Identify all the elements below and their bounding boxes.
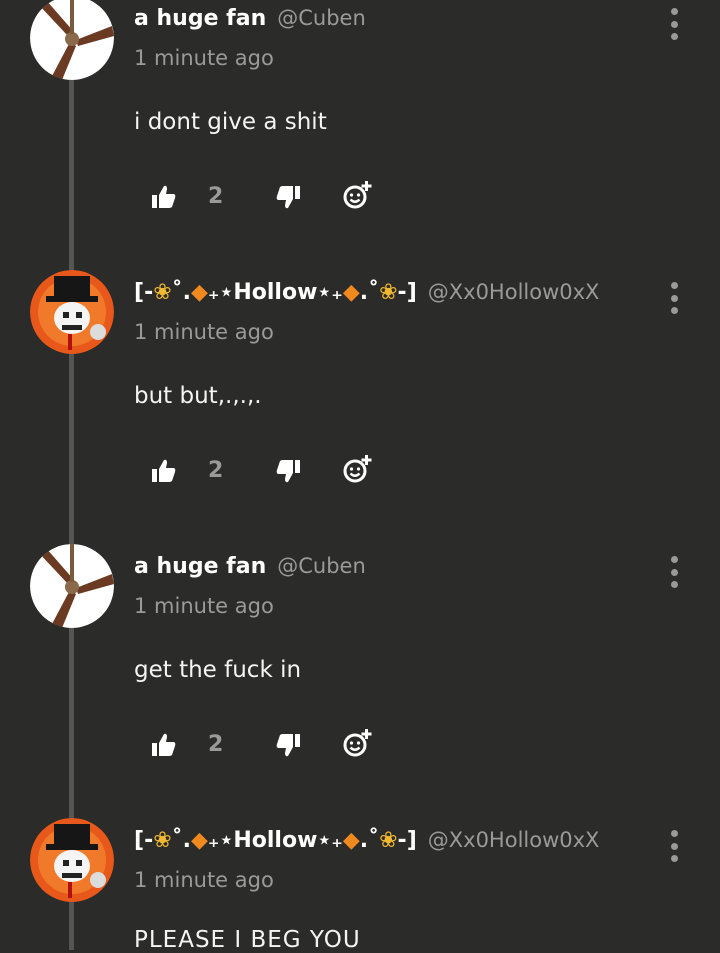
comment-text: PLEASE I BEG YOU [134, 927, 361, 953]
like-count: 2 [208, 184, 224, 209]
more-options-icon[interactable] [663, 8, 685, 40]
ceiling-fan-avatar[interactable] [30, 0, 114, 80]
thumbs-down-icon[interactable] [276, 732, 300, 762]
add-reaction-icon[interactable] [342, 728, 372, 762]
add-reaction-icon[interactable] [342, 180, 372, 214]
like-count: 2 [208, 732, 224, 757]
author-handle[interactable]: @Xx0Hollow0xX [428, 828, 600, 852]
author-handle[interactable]: @Xx0Hollow0xX [428, 280, 600, 304]
ceiling-fan-avatar[interactable] [30, 544, 114, 628]
add-reaction-icon[interactable] [342, 454, 372, 488]
author-name[interactable]: [-❀˚.◆₊⋆Hollow⋆₊◆.˚❀-] [134, 828, 417, 853]
timestamp: 1 minute ago [134, 594, 274, 618]
author-name[interactable]: [-❀˚.◆₊⋆Hollow⋆₊◆.˚❀-] [134, 280, 417, 305]
comment-text: get the fuck in [134, 657, 302, 683]
timestamp: 1 minute ago [134, 46, 274, 70]
top-hat-skull-avatar[interactable] [30, 818, 114, 902]
author-name[interactable]: a huge fan [134, 554, 266, 579]
author-name[interactable]: a huge fan [134, 6, 266, 31]
more-options-icon[interactable] [663, 282, 685, 314]
more-options-icon[interactable] [663, 556, 685, 588]
comment-text: i dont give a shit [134, 109, 327, 135]
thumbs-down-icon[interactable] [276, 458, 300, 488]
more-options-icon[interactable] [663, 830, 685, 862]
top-hat-skull-avatar[interactable] [30, 270, 114, 354]
author-handle[interactable]: @Cuben [277, 6, 366, 30]
comment-header: a huge fan @Cuben [134, 6, 366, 31]
comment-text: but but,.,.,. [134, 383, 262, 409]
comment-header: [-❀˚.◆₊⋆Hollow⋆₊◆.˚❀-] @Xx0Hollow0xX [134, 280, 599, 305]
thumbs-up-icon[interactable] [152, 184, 176, 214]
like-count: 2 [208, 458, 224, 483]
timestamp: 1 minute ago [134, 320, 274, 344]
comment-header: [-❀˚.◆₊⋆Hollow⋆₊◆.˚❀-] @Xx0Hollow0xX [134, 828, 599, 853]
timestamp: 1 minute ago [134, 868, 274, 892]
author-handle[interactable]: @Cuben [277, 554, 366, 578]
thumbs-up-icon[interactable] [152, 732, 176, 762]
comment-header: a huge fan @Cuben [134, 554, 366, 579]
thumbs-up-icon[interactable] [152, 458, 176, 488]
thumbs-down-icon[interactable] [276, 184, 300, 214]
